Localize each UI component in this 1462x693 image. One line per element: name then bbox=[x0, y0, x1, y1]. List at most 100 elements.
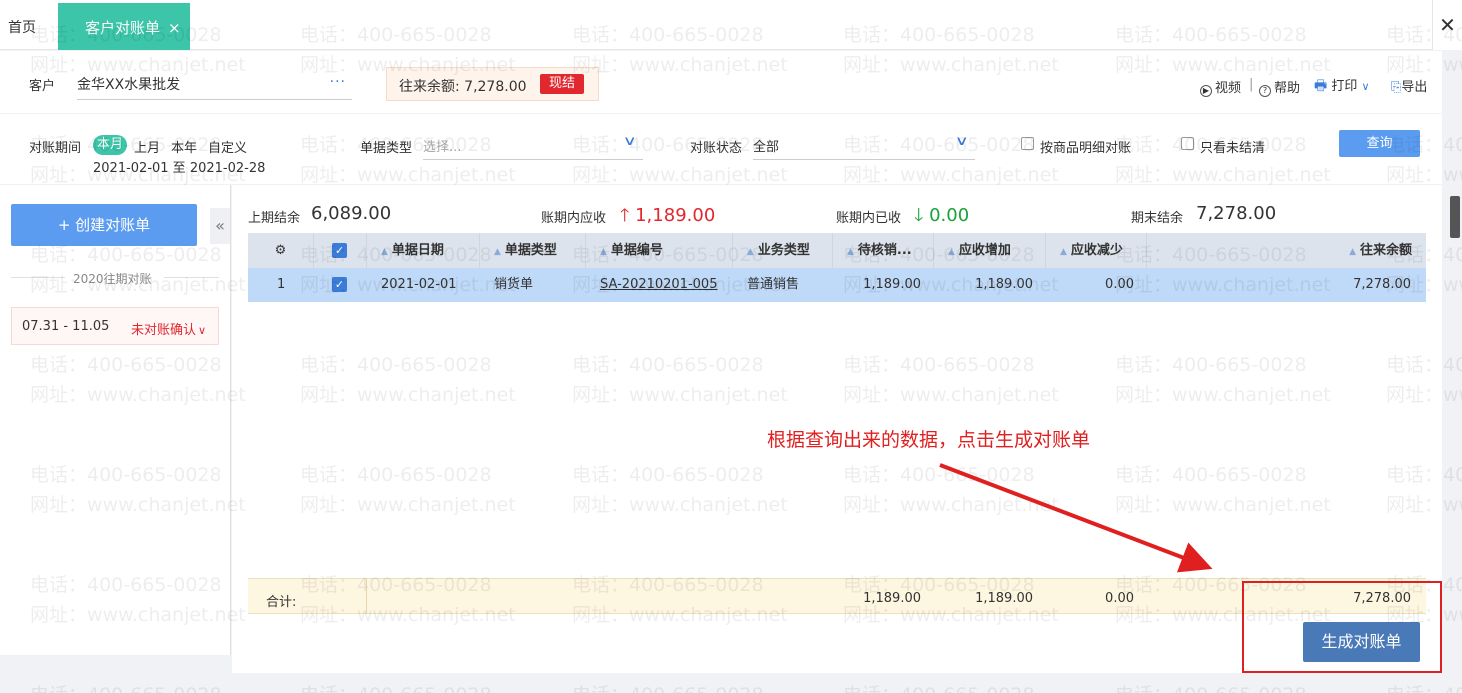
received-value: 🡓 0.00 bbox=[914, 203, 969, 233]
col-biz-label: 业务类型 bbox=[757, 243, 810, 258]
arrow-down-icon: 🡓 bbox=[914, 205, 924, 226]
window-close-icon[interactable]: ✕ bbox=[1432, 0, 1462, 50]
year-label: 2020往期对账 bbox=[73, 272, 152, 286]
status-select[interactable]: 全部 ∨ bbox=[753, 128, 975, 160]
period-last-month[interactable]: 上月 bbox=[134, 137, 160, 156]
only-open-checkbox[interactable] bbox=[1181, 137, 1194, 150]
tab-home[interactable]: 首页 bbox=[8, 17, 36, 37]
export-button[interactable]: ⎘导出 bbox=[1391, 76, 1427, 95]
query-button[interactable]: 查询 bbox=[1339, 130, 1420, 157]
sort-icon: ▲ bbox=[381, 247, 388, 257]
row-balance: 7,278.00 bbox=[1353, 277, 1411, 292]
scrollbar-thumb[interactable] bbox=[1450, 196, 1460, 238]
billtype-label: 单据类型 bbox=[360, 141, 413, 156]
divider bbox=[11, 277, 65, 278]
printer-icon: 🖶 bbox=[1314, 78, 1328, 94]
export-icon: ⎘ bbox=[1391, 80, 1402, 95]
arrow-up-icon: 🡑 bbox=[620, 205, 630, 226]
period-custom[interactable]: 自定义 bbox=[208, 137, 247, 156]
divider bbox=[366, 578, 367, 614]
check-icon: ✓ bbox=[332, 243, 347, 258]
sort-icon: ▲ bbox=[847, 247, 854, 257]
date-range: 2021-02-01 至 2021-02-28 bbox=[93, 161, 266, 176]
export-label: 导出 bbox=[1401, 80, 1428, 95]
period-item-status[interactable]: 未对账确认 ∨ bbox=[131, 319, 206, 338]
highlight-box bbox=[1242, 581, 1442, 673]
received-label: 账期内已收 bbox=[836, 211, 902, 226]
sort-icon: ▲ bbox=[948, 247, 955, 257]
row-checkbox[interactable]: ✓ bbox=[332, 277, 347, 292]
customer-input[interactable]: 金华XX水果批发 ··· bbox=[77, 68, 352, 100]
period-label: 对账期间 bbox=[29, 141, 82, 156]
annotation-text: 根据查询出来的数据，点击生成对账单 bbox=[767, 429, 1091, 451]
play-icon: ▶ bbox=[1200, 85, 1212, 97]
table-row[interactable]: 1 ✓ 2021-02-01 销货单 SA-20210201-005 普通销售 … bbox=[248, 268, 1426, 302]
col-increase[interactable]: ▲ 应收增加 bbox=[934, 233, 1046, 268]
opening-balance-value: 6,089.00 bbox=[311, 203, 392, 224]
col-type-label: 单据类型 bbox=[504, 243, 557, 258]
receivable-amount: 1,189.00 bbox=[635, 205, 716, 226]
sort-icon: ▲ bbox=[747, 247, 754, 257]
print-label: 打印 bbox=[1331, 79, 1358, 94]
col-biz[interactable]: ▲ 业务类型 bbox=[733, 233, 833, 268]
row-decrease: 0.00 bbox=[1105, 277, 1134, 292]
tab-bar bbox=[0, 0, 1462, 50]
period-this-month[interactable]: 本月 bbox=[93, 135, 127, 155]
select-all-checkbox[interactable]: ✓ bbox=[314, 233, 367, 268]
billtype-select[interactable]: 选择... ∨ bbox=[423, 128, 643, 160]
tab-label: 客户对账单 bbox=[85, 19, 161, 37]
row-date: 2021-02-01 bbox=[381, 277, 457, 292]
col-number[interactable]: ▲ 单据编号 bbox=[586, 233, 733, 268]
sort-icon: ▲ bbox=[1349, 247, 1356, 257]
col-date[interactable]: ▲ 单据日期 bbox=[367, 233, 480, 268]
left-panel bbox=[0, 185, 231, 655]
settled-badge: 现结 bbox=[540, 74, 584, 94]
help-label: 帮助 bbox=[1274, 81, 1301, 96]
receivable-value: 🡑 1,189.00 bbox=[620, 203, 715, 233]
col-balance[interactable]: ▲ 往来余额 bbox=[1147, 233, 1426, 268]
col-decrease[interactable]: ▲ 应收减少 bbox=[1046, 233, 1147, 268]
opening-balance-label: 上期结余 bbox=[248, 211, 301, 226]
by-goods-label: 按商品明细对账 bbox=[1040, 141, 1132, 156]
sort-icon: ▲ bbox=[1060, 247, 1067, 257]
col-date-label: 单据日期 bbox=[391, 243, 444, 258]
create-statement-button[interactable]: + 创建对账单 bbox=[11, 204, 197, 246]
help-button[interactable]: ? 帮助 bbox=[1259, 77, 1300, 97]
tool-separator: | bbox=[1249, 77, 1254, 92]
only-open-label: 只看未结清 bbox=[1200, 141, 1266, 156]
sort-icon: ▲ bbox=[494, 247, 501, 257]
col-balance-label: 往来余额 bbox=[1359, 243, 1412, 258]
print-button[interactable]: 🖶 打印 ∨ bbox=[1314, 75, 1370, 99]
period-status-label: 未对账确认 bbox=[131, 323, 197, 338]
more-icon[interactable]: ··· bbox=[330, 74, 346, 90]
tab-close-icon[interactable]: × bbox=[168, 19, 181, 37]
billtype-placeholder: 选择... bbox=[423, 140, 462, 155]
status-value: 全部 bbox=[753, 140, 780, 155]
table-header: ⚙ ✓ ▲ 单据日期 ▲ 单据类型 ▲ 单据编号 ▲ 业务类型 ▲ 待核销... ▲ 应收增… bbox=[248, 233, 1426, 268]
col-pending-label: 待核销... bbox=[857, 243, 912, 258]
divider bbox=[164, 277, 219, 278]
closing-balance-label: 期末结余 bbox=[1131, 211, 1184, 226]
received-amount: 0.00 bbox=[929, 205, 970, 226]
col-number-label: 单据编号 bbox=[610, 243, 663, 258]
collapse-icon[interactable]: « bbox=[210, 208, 230, 244]
col-decrease-label: 应收减少 bbox=[1070, 243, 1123, 258]
video-label: 视频 bbox=[1215, 81, 1242, 96]
sort-icon: ▲ bbox=[600, 247, 607, 257]
closing-balance-value: 7,278.00 bbox=[1196, 203, 1277, 224]
row-index: 1 bbox=[277, 277, 286, 292]
tab-customer-statement[interactable]: 客户对账单 × bbox=[58, 3, 190, 50]
video-button[interactable]: ▶ 视频 bbox=[1200, 77, 1241, 97]
footer-decrease: 0.00 bbox=[1105, 591, 1134, 606]
footer-label: 合计: bbox=[266, 595, 297, 610]
chevron-down-icon: ∨ bbox=[1361, 80, 1370, 93]
balance-text: 往来余额: 7,278.00 bbox=[399, 79, 527, 95]
chevron-down-icon: ∨ bbox=[955, 134, 970, 149]
period-this-year[interactable]: 本年 bbox=[171, 137, 197, 156]
column-settings-icon[interactable]: ⚙ bbox=[248, 233, 314, 268]
row-number-link[interactable]: SA-20210201-005 bbox=[600, 268, 717, 302]
status-label: 对账状态 bbox=[690, 141, 743, 156]
col-type[interactable]: ▲ 单据类型 bbox=[480, 233, 586, 268]
col-pending[interactable]: ▲ 待核销... bbox=[833, 233, 934, 268]
by-goods-checkbox[interactable] bbox=[1021, 137, 1034, 150]
